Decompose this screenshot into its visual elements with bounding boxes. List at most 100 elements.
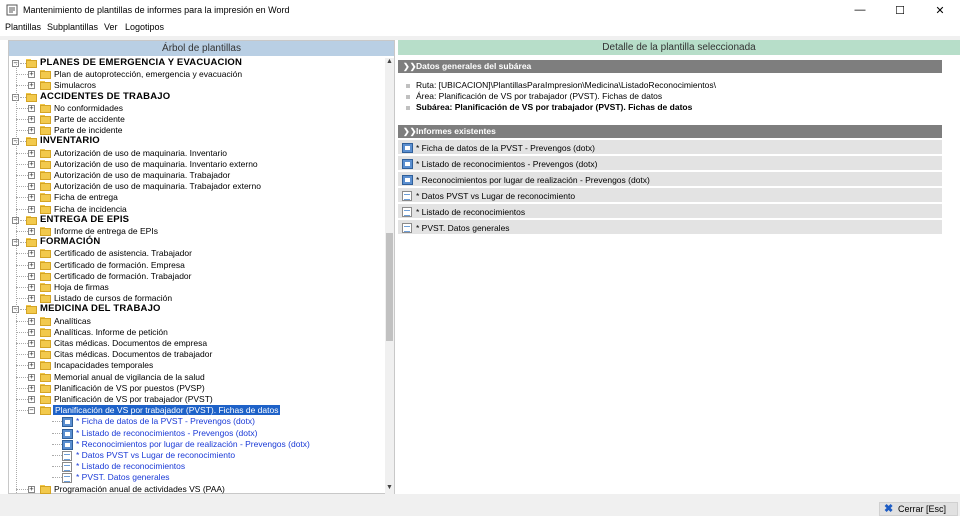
- expand-toggle-icon[interactable]: +: [28, 250, 35, 257]
- expand-toggle-icon[interactable]: +: [28, 284, 35, 291]
- collapse-chevron-icon[interactable]: ❯❯: [403, 125, 416, 138]
- general-data-section-header[interactable]: ❯❯ Datos generales del subárea: [398, 60, 942, 73]
- tree-item[interactable]: + No conformidades: [9, 103, 384, 114]
- tree-connector: [16, 231, 28, 232]
- expand-toggle-icon[interactable]: +: [28, 150, 35, 157]
- scroll-up-icon[interactable]: ▲: [385, 58, 394, 68]
- reports-section-header[interactable]: ❯❯ Informes existentes: [398, 125, 942, 138]
- menu-plantillas[interactable]: Plantillas: [5, 22, 41, 32]
- tree-category[interactable]: − PLANES DE EMERGENCIA Y EVACUACIÓN: [9, 58, 384, 69]
- collapse-chevron-icon[interactable]: ❯❯: [403, 60, 416, 73]
- expand-toggle-icon[interactable]: +: [28, 351, 35, 358]
- tree-item[interactable]: + Analíticas: [9, 316, 384, 327]
- tree-item[interactable]: + Parte de accidente: [9, 114, 384, 125]
- tree-item[interactable]: + Autorización de uso de maquinaria. Inv…: [9, 148, 384, 159]
- tree-category[interactable]: − MEDICINA DEL TRABAJO: [9, 303, 384, 315]
- tree-scrollbar[interactable]: ▲ ▼: [385, 58, 394, 494]
- tree-item[interactable]: + Ficha de entrega: [9, 192, 384, 203]
- expand-toggle-icon[interactable]: +: [28, 172, 35, 179]
- tree-item[interactable]: + Hoja de firmas: [9, 282, 384, 293]
- report-row[interactable]: * PVST. Datos generales: [398, 220, 942, 235]
- tree-item[interactable]: + Certificado de asistencia. Trabajador: [9, 248, 384, 259]
- expand-toggle-icon[interactable]: +: [28, 71, 35, 78]
- title-bar: Mantenimiento de plantillas de informes …: [0, 0, 960, 20]
- expand-toggle-icon[interactable]: +: [28, 295, 35, 302]
- tree-item[interactable]: + Autorización de uso de maquinaria. Tra…: [9, 170, 384, 181]
- tree-template[interactable]: * Listado de reconocimientos: [9, 461, 384, 472]
- folder-icon: [40, 81, 52, 90]
- expand-toggle-icon[interactable]: +: [28, 273, 35, 280]
- menu-ver[interactable]: Ver: [104, 22, 118, 32]
- close-window-button[interactable]: ✕: [920, 0, 960, 20]
- folder-icon: [40, 339, 52, 348]
- expand-toggle-icon[interactable]: +: [28, 362, 35, 369]
- tree-item[interactable]: + Citas médicas. Documentos de empresa: [9, 338, 384, 349]
- tree-item[interactable]: + Citas médicas. Documentos de trabajado…: [9, 349, 384, 360]
- menu-subplantillas[interactable]: Subplantillas: [47, 22, 98, 32]
- folder-icon: [40, 104, 52, 113]
- expand-toggle-icon[interactable]: +: [28, 127, 35, 134]
- report-row[interactable]: * Datos PVST vs Lugar de reconocimiento: [398, 188, 942, 203]
- tree-category[interactable]: − FORMACIÓN: [9, 236, 384, 248]
- report-row[interactable]: * Ficha de datos de la PVST - Prevengos …: [398, 140, 942, 155]
- tree-item[interactable]: + Planificación de VS por puestos (PVSP): [9, 383, 384, 394]
- tree-item[interactable]: + Plan de autoprotección, emergencia y e…: [9, 69, 384, 80]
- minimize-button[interactable]: —: [840, 0, 880, 20]
- detail-area-text: Área: Planificación de VS por trabajador…: [416, 91, 663, 101]
- expand-toggle-icon[interactable]: +: [28, 486, 35, 493]
- tree-item[interactable]: + Simulacros: [9, 80, 384, 91]
- report-row[interactable]: * Listado de reconocimientos - Prevengos…: [398, 156, 942, 171]
- collapse-toggle-icon[interactable]: −: [28, 407, 35, 414]
- expand-toggle-icon[interactable]: +: [28, 206, 35, 213]
- tree-item[interactable]: + Autorización de uso de maquinaria. Inv…: [9, 159, 384, 170]
- folder-icon: [40, 406, 52, 415]
- tree-item[interactable]: + Programación anual de actividades VS (…: [9, 484, 384, 494]
- expand-toggle-icon[interactable]: +: [28, 105, 35, 112]
- report-row[interactable]: * Reconocimientos por lugar de realizaci…: [398, 172, 942, 187]
- report-row[interactable]: * Listado de reconocimientos: [398, 204, 942, 219]
- expand-toggle-icon[interactable]: +: [28, 82, 35, 89]
- close-button[interactable]: ✖ Cerrar [Esc]: [879, 502, 958, 516]
- expand-toggle-icon[interactable]: +: [28, 183, 35, 190]
- maximize-button[interactable]: ☐: [880, 0, 920, 20]
- scroll-down-icon[interactable]: ▼: [385, 484, 394, 494]
- expand-toggle-icon[interactable]: +: [28, 194, 35, 201]
- tree-item[interactable]: + Autorización de uso de maquinaria. Tra…: [9, 181, 384, 192]
- tree-template-label: * Listado de reconocimientos - Prevengos…: [76, 428, 258, 438]
- tree-item[interactable]: + Certificado de formación. Empresa: [9, 260, 384, 271]
- tree-item-label: Autorización de uso de maquinaria. Inven…: [54, 159, 258, 169]
- expand-toggle-icon[interactable]: +: [28, 374, 35, 381]
- expand-toggle-icon[interactable]: +: [28, 385, 35, 392]
- tree-connector: [16, 276, 28, 277]
- tree-item[interactable]: + Incapacidades temporales: [9, 360, 384, 371]
- expand-toggle-icon[interactable]: +: [28, 340, 35, 347]
- tree-template[interactable]: * Datos PVST vs Lugar de reconocimiento: [9, 450, 384, 461]
- tree-template[interactable]: * Listado de reconocimientos - Prevengos…: [9, 428, 384, 439]
- menu-logotipos[interactable]: Logotipos: [125, 22, 164, 32]
- tree-item[interactable]: − Planificación de VS por trabajador (PV…: [9, 405, 384, 416]
- expand-toggle-icon[interactable]: +: [28, 262, 35, 269]
- folder-icon: [26, 238, 38, 247]
- tree-item-label: Analíticas: [54, 316, 91, 326]
- tree-category[interactable]: − ENTREGA DE EPIS: [9, 214, 384, 226]
- expand-toggle-icon[interactable]: +: [28, 161, 35, 168]
- expand-toggle-icon[interactable]: +: [28, 318, 35, 325]
- bullet-icon: [406, 94, 410, 99]
- scroll-thumb[interactable]: [386, 233, 393, 341]
- tree-template[interactable]: * PVST. Datos generales: [9, 472, 384, 483]
- expand-toggle-icon[interactable]: +: [28, 329, 35, 336]
- expand-toggle-icon[interactable]: +: [28, 396, 35, 403]
- expand-toggle-icon[interactable]: +: [28, 116, 35, 123]
- tree-item[interactable]: + Certificado de formación. Trabajador: [9, 271, 384, 282]
- expand-toggle-icon[interactable]: +: [28, 228, 35, 235]
- tree-item[interactable]: + Memorial anual de vigilancia de la sal…: [9, 372, 384, 383]
- template-tree[interactable]: − PLANES DE EMERGENCIA Y EVACUACIÓN + Pl…: [9, 58, 384, 494]
- tree-connector: [52, 444, 62, 445]
- tree-item[interactable]: + Analíticas. Informe de petición: [9, 327, 384, 338]
- tree-template[interactable]: * Reconocimientos por lugar de realizaci…: [9, 439, 384, 450]
- tree-category[interactable]: − ACCIDENTES DE TRABAJO: [9, 91, 384, 103]
- tree-item[interactable]: + Planificación de VS por trabajador (PV…: [9, 394, 384, 405]
- tree-category[interactable]: − INVENTARIO: [9, 135, 384, 147]
- tree-template[interactable]: * Ficha de datos de la PVST - Prevengos …: [9, 416, 384, 427]
- folder-icon: [40, 205, 52, 214]
